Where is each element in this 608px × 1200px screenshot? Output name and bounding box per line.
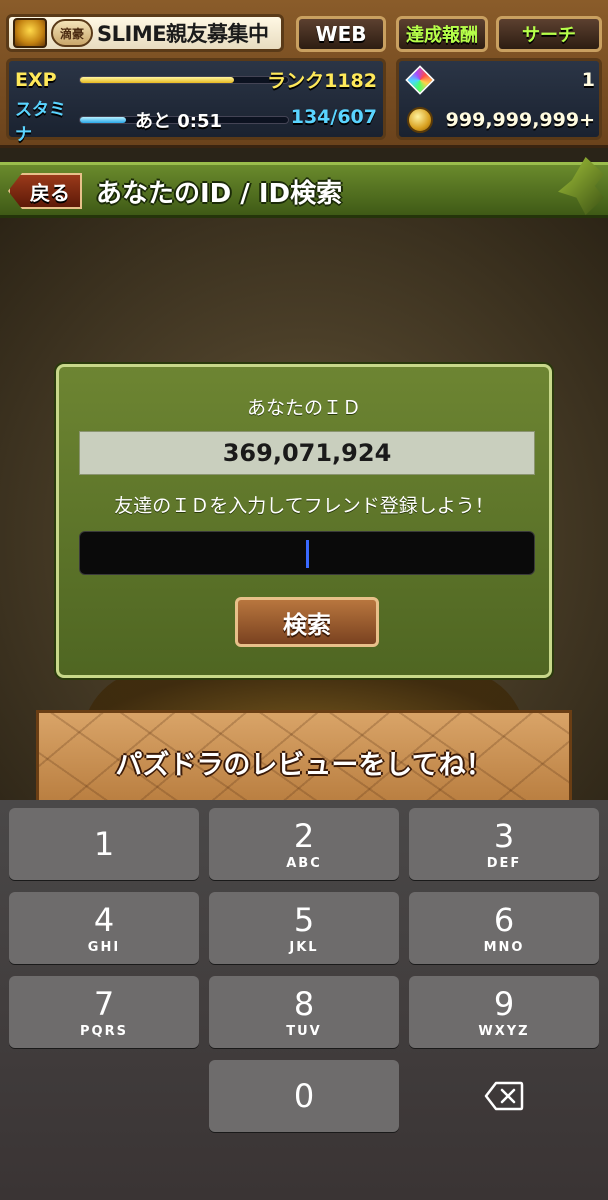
back-button[interactable]: 戻る (8, 173, 82, 209)
key-letters: GHI (87, 940, 121, 955)
text-cursor (306, 540, 309, 568)
friend-id-input[interactable] (79, 531, 535, 575)
web-button[interactable]: WEB (296, 16, 386, 52)
key-9[interactable]: 9 WXYZ (409, 976, 599, 1048)
stamina-label: スタミナ (15, 100, 66, 145)
stamina-bar-fill (80, 117, 126, 123)
stamina-value: 134/607 (290, 106, 377, 128)
coin-row: 999,999,999+ (407, 103, 595, 137)
key-digit: 4 (93, 901, 115, 939)
player-title-tag[interactable]: 滴豪 SLIME親友募集中 (6, 14, 284, 52)
achievement-reward-button[interactable]: 達成報酬 (396, 16, 488, 52)
your-id-value: 369,071,924 (79, 431, 535, 475)
key-letters: JKL (289, 940, 319, 955)
key-5[interactable]: 5 JKL (209, 892, 399, 964)
friend-id-prompt: 友達のＩＤを入力してフレンド登録しよう！ (114, 495, 494, 517)
exp-bar-fill (80, 77, 234, 83)
player-title: SLIME親友募集中 (97, 22, 269, 46)
search-tab-button[interactable]: サーチ (496, 16, 602, 52)
key-digit: 2 (293, 817, 315, 855)
key-letters: ABC (286, 856, 322, 871)
key-6[interactable]: 6 MNO (409, 892, 599, 964)
key-letters: DEF (486, 856, 522, 871)
exp-label: EXP (15, 69, 57, 91)
key-digit: 0 (293, 1077, 315, 1115)
key-letters: PQRS (80, 1024, 128, 1039)
exp-row: EXP ランク1182 (15, 63, 381, 97)
magic-stone-count: 1 (581, 69, 595, 91)
dragon-wing-ornament-icon (558, 157, 604, 215)
coin-icon (407, 107, 433, 133)
key-0[interactable]: 0 (209, 1060, 399, 1132)
page-title: あなたのID / ID検索 (96, 179, 343, 209)
status-top-row: 滴豪 SLIME親友募集中 WEB 達成報酬 サーチ (0, 10, 608, 54)
status-bar: 滴豪 SLIME親友募集中 WEB 達成報酬 サーチ EXP ランク1182 ス… (0, 0, 608, 148)
stamina-row: スタミナ あと 0:51 134/607 (15, 100, 381, 145)
delete-backspace-icon (484, 1081, 524, 1111)
page-header: 戻る あなたのID / ID検索 (0, 157, 608, 218)
your-id-label: あなたのＩＤ (246, 397, 361, 419)
numeric-keypad: 1 2 ABC 3 DEF 4 GHI 5 JKL 6 MNO 7 PQRS 8 TUV 9W… (0, 800, 608, 1200)
delete-key[interactable] (409, 1060, 599, 1132)
key-letters: WXYZ (478, 1024, 530, 1039)
key-digit: 3 (493, 817, 515, 855)
key-digit: 9 (493, 985, 515, 1023)
key-digit: 1 (93, 825, 115, 863)
key-7[interactable]: 7 PQRS (9, 976, 199, 1048)
key-letters: MNO (483, 940, 525, 955)
coin-count: 999,999,999+ (445, 109, 595, 131)
magic-stone-icon (405, 65, 435, 95)
key-digit: 7 (93, 985, 115, 1023)
key-digit: 6 (493, 901, 515, 939)
magic-stone-row[interactable]: 1 (405, 63, 595, 97)
key-digit: 5 (293, 901, 315, 939)
exp-bar (79, 76, 289, 84)
key-8[interactable]: 8 TUV (209, 976, 399, 1048)
leader-monster-icon (13, 18, 47, 48)
review-banner-text: パズドラのレビューをしてね！ (115, 750, 493, 781)
review-banner[interactable]: パズドラのレビューをしてね！ (36, 710, 572, 806)
key-1[interactable]: 1 (9, 808, 199, 880)
player-stats-panel: EXP ランク1182 スタミナ あと 0:51 134/607 (6, 58, 386, 145)
rank-badge: 滴豪 (51, 19, 93, 47)
key-3[interactable]: 3 DEF (409, 808, 599, 880)
resources-panel: 1 999,999,999+ (396, 58, 602, 140)
id-search-dialog: あなたのＩＤ 369,071,924 友達のＩＤを入力してフレンド登録しよう！ … (56, 364, 552, 678)
key-digit: 8 (293, 985, 315, 1023)
key-letters: TUV (286, 1024, 322, 1039)
stamina-timer: あと 0:51 (135, 111, 223, 132)
key-4[interactable]: 4 GHI (9, 892, 199, 964)
key-2[interactable]: 2 ABC (209, 808, 399, 880)
rank-value: ランク1182 (267, 70, 377, 92)
search-button[interactable]: 検索 (235, 597, 379, 647)
